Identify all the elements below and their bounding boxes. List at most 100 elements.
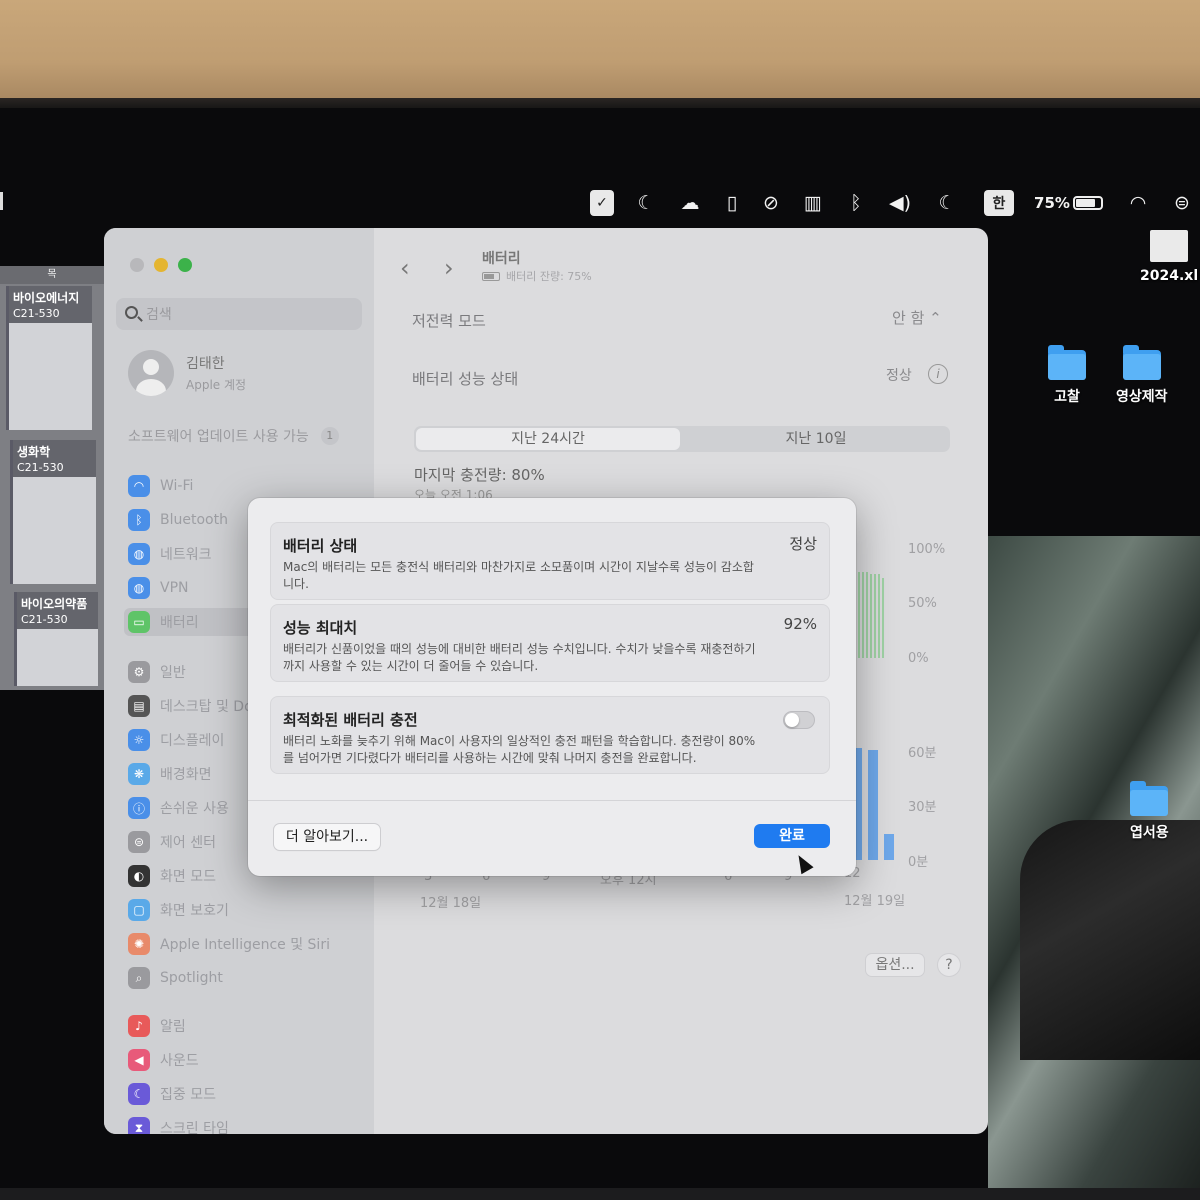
bell-icon: ♪: [128, 1015, 150, 1037]
battery-health-label: 배터리 성능 상태: [412, 370, 519, 388]
sidebar-item[interactable]: ◠ Wi-Fi: [128, 472, 364, 500]
search-icon: ⌕: [128, 967, 150, 989]
sidebar-item-label: 화면 보호기: [160, 903, 229, 919]
page-subtitle: 배터리 잔량: 75%: [482, 268, 592, 284]
usage-axis-label: 60분: [908, 746, 937, 761]
battery-icon[interactable]: [1070, 186, 1106, 220]
learn-more-button[interactable]: 더 알아보기...: [274, 824, 380, 850]
done-button[interactable]: 완료: [754, 824, 830, 848]
desktop-file[interactable]: 2024.xl: [1140, 230, 1198, 284]
help-button[interactable]: ?: [938, 954, 960, 976]
spreadsheet-file-icon: [1150, 230, 1189, 262]
battery-percent[interactable]: 75%: [1032, 186, 1072, 220]
info-icon[interactable]: i: [928, 364, 948, 384]
tab-10-days[interactable]: 지난 10일: [684, 428, 948, 450]
sidebar-item[interactable]: ✺ Apple Intelligence 및 Siri: [128, 930, 364, 958]
account-sub: Apple 계정: [186, 378, 247, 392]
screensaver-icon: ▢: [128, 899, 150, 921]
card-description: Mac의 배터리는 모든 충전식 배터리와 마찬가지로 소모품이며 시간이 지날…: [283, 560, 754, 591]
document-icon[interactable]: ▯: [720, 186, 744, 220]
sidebar-item[interactable]: ◀ 사운드: [128, 1046, 364, 1074]
back-arrow-icon[interactable]: ‹: [400, 254, 410, 282]
update-count-badge: 1: [320, 427, 339, 445]
sidebar-item-label: Wi-Fi: [160, 478, 194, 494]
speaker-icon: ◀: [128, 1049, 150, 1071]
dialog-divider: [248, 800, 856, 801]
desktop-folder-label: 엽서용: [1130, 825, 1169, 841]
sidebar-item[interactable]: ▭ 배터리: [124, 608, 258, 636]
bluetooth-icon[interactable]: ᛒ: [844, 186, 868, 220]
bluetooth-icon: ᛒ: [128, 509, 150, 531]
sidebar-item-label: 배경화면: [160, 767, 212, 783]
date-label: 12월 19일: [844, 894, 906, 909]
zoom-button[interactable]: [178, 258, 192, 272]
desktop-folder[interactable]: 고찰: [1048, 345, 1086, 406]
dock-icon: ▤: [128, 695, 150, 717]
calendar-event[interactable]: 바이오에너지 C21-530: [6, 286, 92, 430]
card-title: 배터리 상태: [283, 537, 358, 555]
battery-level-bar: [862, 572, 864, 658]
search-placeholder: 검색: [146, 307, 172, 323]
account-item[interactable]: 김태한 Apple 계정: [128, 350, 246, 396]
menubar: ✓ ☾ ☁ ▯ ⊘ ▥ ᛒ ◀) ☾ 한 75% ◠ ⊜: [0, 186, 1200, 220]
optimized-charging-card: 최적화된 배터리 충전 배터리 노화를 늦추기 위해 Mac이 사용자의 일상적…: [270, 696, 830, 774]
battery-condition-card: 배터리 상태 정상 Mac의 배터리는 모든 충전식 배터리와 마찬가지로 소모…: [270, 522, 830, 600]
wifi-icon[interactable]: ◠: [1124, 186, 1152, 220]
avatar: [128, 350, 174, 396]
sidebar-item[interactable]: ♪ 알림: [128, 1012, 364, 1040]
video-piano: [1020, 820, 1200, 1060]
sidebar-item[interactable]: ☾ 집중 모드: [128, 1080, 364, 1108]
search-input[interactable]: 검색: [116, 298, 362, 330]
low-power-select[interactable]: 안 함 ⌃: [892, 307, 942, 328]
volume-icon[interactable]: ◀): [884, 186, 916, 220]
maximum-capacity-card: 성능 최대치 92% 배터리가 신품이었을 때의 성능에 대비한 배터리 성능 …: [270, 604, 830, 682]
sidebar-item-label: 손쉬운 사용: [160, 801, 229, 817]
calendar-event[interactable]: 생화학 C21-530: [10, 440, 96, 584]
input-source-icon[interactable]: 한: [984, 190, 1014, 216]
app-status-icon[interactable]: ✓: [590, 190, 614, 216]
calendar-event[interactable]: 바이오의약품 C21-530: [14, 592, 98, 686]
battery-level-bar: [874, 574, 876, 658]
card-description: 배터리 노화를 늦추기 위해 Mac이 사용자의 일상적인 충전 패턴을 학습합…: [283, 734, 756, 765]
forward-arrow-icon[interactable]: ›: [444, 254, 454, 282]
globe-icon: ◍: [128, 577, 150, 599]
layout-icon[interactable]: ▥: [800, 186, 826, 220]
event-room: C21-530: [9, 307, 92, 323]
globe-icon: ◍: [128, 543, 150, 565]
close-button[interactable]: [130, 258, 144, 272]
battery-level-bar: [870, 574, 872, 658]
tab-24-hours[interactable]: 지난 24시간: [416, 428, 680, 450]
battery-icon: ▭: [128, 611, 150, 633]
control-center-icon[interactable]: ⊜: [1168, 186, 1196, 220]
battery-health-dialog: 배터리 상태 정상 Mac의 배터리는 모든 충전식 배터리와 마찬가지로 소모…: [248, 498, 856, 876]
desktop-folder[interactable]: 엽서용: [1130, 781, 1169, 842]
status-icon[interactable]: ☾: [632, 186, 660, 220]
cloud-icon[interactable]: ☁: [674, 186, 706, 220]
software-update-item[interactable]: 소프트웨어 업데이트 사용 가능 1: [128, 426, 339, 446]
battery-level-bar: [882, 578, 884, 658]
battery-level-bar: [878, 574, 880, 658]
menubar-left-edge: [0, 192, 3, 210]
sidebar-item-label: Bluetooth: [160, 512, 228, 528]
sidebar-item-label: 네트워크: [160, 547, 212, 563]
low-power-label: 저전력 모드: [412, 312, 486, 330]
sidebar-item[interactable]: ▢ 화면 보호기: [128, 896, 364, 924]
options-button[interactable]: 옵션...: [866, 954, 924, 976]
minimize-button[interactable]: [154, 258, 168, 272]
card-value: 92%: [783, 615, 817, 633]
event-title: 생화학: [13, 440, 96, 461]
compass-icon[interactable]: ⊘: [758, 186, 784, 220]
software-update-label: 소프트웨어 업데이트 사용 가능: [128, 429, 309, 445]
wallpaper-icon: ❋: [128, 763, 150, 785]
battery-level-bar: [866, 572, 868, 658]
sidebar-item[interactable]: ⌕ Spotlight: [128, 964, 364, 992]
battery-level-text: 배터리 잔량: 75%: [506, 270, 592, 283]
desktop-folder[interactable]: 영상제작: [1116, 345, 1168, 406]
optimized-charging-toggle[interactable]: [783, 711, 815, 729]
sidebar-item-label: VPN: [160, 580, 189, 596]
wifi-icon: ◠: [128, 475, 150, 497]
card-description: 배터리가 신품이었을 때의 성능에 대비한 배터리 성능 수치입니다. 수치가 …: [283, 642, 756, 673]
sidebar-item[interactable]: ⧗ 스크린 타임: [128, 1114, 364, 1134]
desktop-file-label: 2024.xl: [1140, 268, 1199, 284]
focus-moon-icon[interactable]: ☾: [934, 186, 960, 220]
